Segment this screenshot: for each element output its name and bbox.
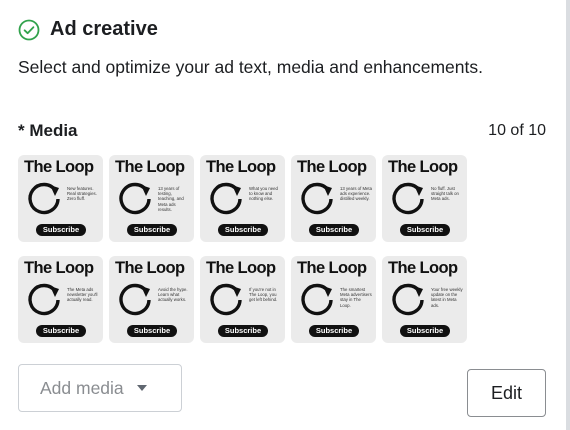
subscribe-button: Subscribe: [400, 325, 450, 337]
thumbnail-text: No fluff. Just straight talk on Meta ads…: [431, 186, 459, 202]
section-header: Ad creative: [18, 18, 158, 41]
media-thumbnail[interactable]: The Loop If you're not in The Loop, you g…: [200, 256, 285, 343]
subscribe-button: Subscribe: [218, 224, 268, 236]
thumbnail-title: The Loop: [24, 158, 94, 176]
thumbnail-text: Your free weekly update on the latest in…: [431, 287, 463, 308]
media-thumbnail[interactable]: The Loop The Meta ads newsletter you'll a…: [18, 256, 103, 343]
thumbnail-text: The smartest Meta advertisers stay in Th…: [340, 287, 372, 308]
section-subtitle: Select and optimize your ad text, media …: [18, 57, 483, 77]
loop-arrow-icon: [392, 283, 424, 316]
loop-arrow-icon: [119, 182, 151, 215]
loop-arrow-icon: [28, 182, 60, 215]
subscribe-button: Subscribe: [36, 325, 86, 337]
thumbnail-title: The Loop: [24, 259, 94, 277]
thumbnail-title: The Loop: [297, 158, 367, 176]
subscribe-button: Subscribe: [127, 325, 177, 337]
subscribe-button: Subscribe: [127, 224, 177, 236]
thumbnail-text: New features. Real strategies. Zero fluf…: [67, 186, 97, 202]
subscribe-button: Subscribe: [309, 325, 359, 337]
loop-arrow-icon: [301, 283, 333, 316]
thumbnail-title: The Loop: [206, 158, 276, 176]
add-media-label: Add media: [40, 377, 124, 398]
thumbnail-title: The Loop: [388, 158, 458, 176]
media-thumbnail[interactable]: The Loop No fluff. Just straight talk on …: [382, 155, 467, 242]
loop-arrow-icon: [28, 283, 60, 316]
thumbnail-title: The Loop: [115, 259, 185, 277]
loop-arrow-icon: [119, 283, 151, 316]
section-title: Ad creative: [50, 18, 158, 40]
loop-arrow-icon: [210, 182, 242, 215]
media-thumbnail[interactable]: The Loop 13 years of testing, teaching, a…: [109, 155, 194, 242]
thumbnail-title: The Loop: [115, 158, 185, 176]
ad-creative-card: Ad creative Select and optimize your ad …: [0, 0, 566, 430]
media-grid: The Loop New features. Real strategies. Z…: [18, 155, 468, 343]
thumbnail-text: Avoid the hype. Learn what actually work…: [158, 287, 188, 303]
loop-arrow-icon: [392, 182, 424, 215]
media-thumbnail[interactable]: The Loop Your free weekly update on the l…: [382, 256, 467, 343]
subscribe-button: Subscribe: [400, 224, 450, 236]
thumbnail-title: The Loop: [388, 259, 458, 277]
edit-button[interactable]: Edit: [467, 369, 546, 417]
loop-arrow-icon: [210, 283, 242, 316]
subscribe-button: Subscribe: [218, 325, 268, 337]
media-thumbnail[interactable]: The Loop 13 years of Meta ads experience.…: [291, 155, 376, 242]
media-header: * Media 10 of 10: [18, 121, 546, 141]
subscribe-button: Subscribe: [36, 224, 86, 236]
media-thumbnail[interactable]: The Loop Avoid the hype. Learn what actua…: [109, 256, 194, 343]
thumbnail-text: If you're not in The Loop, you get left …: [249, 287, 278, 303]
thumbnail-title: The Loop: [206, 259, 276, 277]
thumbnail-title: The Loop: [297, 259, 367, 277]
media-count: 10 of 10: [488, 122, 546, 139]
media-label: * Media: [18, 121, 78, 140]
caret-down-icon: [136, 385, 147, 391]
thumbnail-text: 13 years of Meta ads experience. distill…: [340, 186, 373, 202]
loop-arrow-icon: [301, 182, 333, 215]
media-thumbnail[interactable]: The Loop New features. Real strategies. Z…: [18, 155, 103, 242]
subscribe-button: Subscribe: [309, 224, 359, 236]
media-thumbnail[interactable]: The Loop What you need to know and nothin…: [200, 155, 285, 242]
check-circle-icon: [18, 19, 40, 40]
scroll-edge: [566, 0, 570, 430]
thumbnail-text: The Meta ads newsletter you'll actually …: [67, 287, 98, 303]
add-media-dropdown[interactable]: Add media: [18, 364, 182, 412]
media-thumbnail[interactable]: The Loop The smartest Meta advertisers st…: [291, 256, 376, 343]
thumbnail-text: 13 years of testing, teaching, and Meta …: [158, 186, 184, 212]
thumbnail-text: What you need to know and nothing else.: [249, 186, 278, 202]
